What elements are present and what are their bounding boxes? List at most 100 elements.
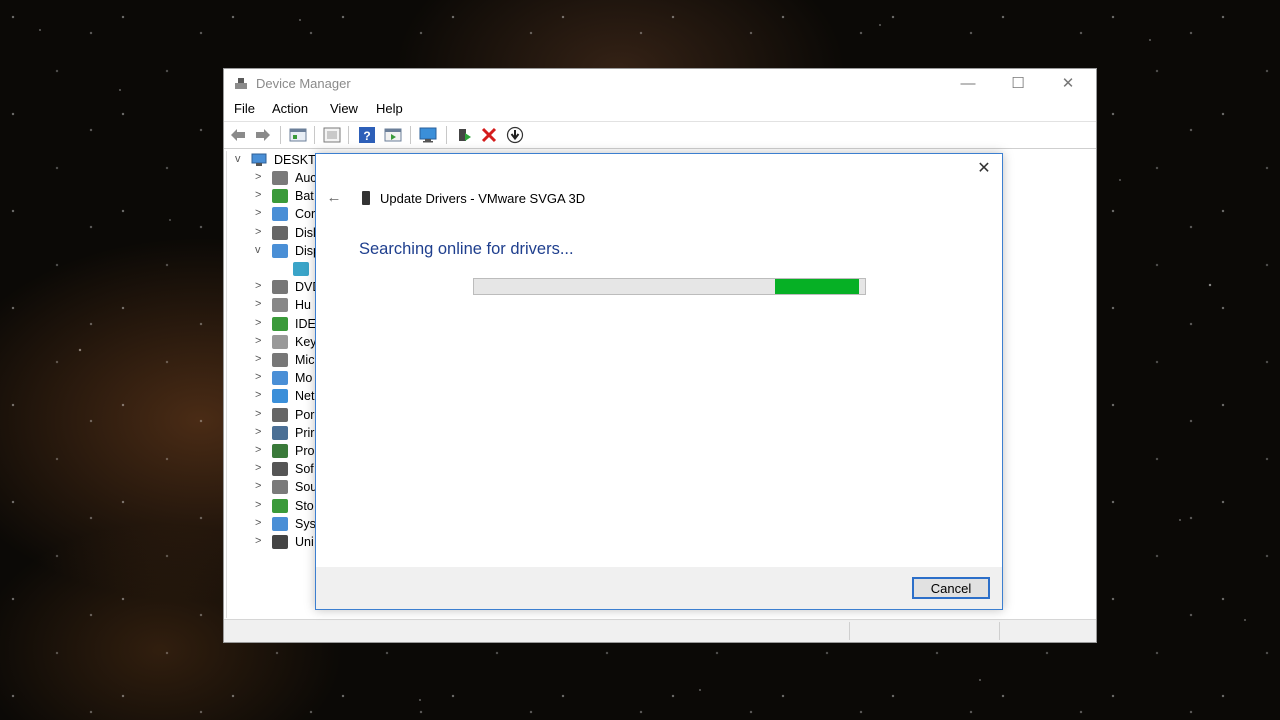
tree-item-label: Mic: [295, 353, 315, 367]
expand-chevron-icon[interactable]: >: [255, 317, 265, 329]
storage-icon: [272, 498, 288, 513]
menu-action[interactable]: Action: [272, 101, 308, 116]
tree-item[interactable]: v Disp: [227, 242, 319, 260]
tree-root-label: DESKTC: [274, 153, 319, 167]
status-divider: [999, 622, 1000, 640]
audio-icon: [272, 171, 288, 185]
tree-item[interactable]: > Bat: [227, 187, 319, 205]
tree-item-label: Disl: [295, 225, 316, 240]
tree-item[interactable]: > Uni: [227, 533, 319, 551]
expand-chevron-icon[interactable]: >: [255, 371, 265, 383]
expand-chevron-icon[interactable]: >: [255, 480, 265, 492]
tree-item[interactable]: > Prir: [227, 424, 319, 442]
cancel-button[interactable]: Cancel: [912, 577, 990, 599]
port-icon: [272, 407, 288, 422]
tree-item[interactable]: > Key: [227, 333, 319, 351]
tree-item-label: Pro: [295, 444, 315, 458]
expand-chevron-icon[interactable]: >: [255, 189, 265, 201]
dialog-close-button[interactable]: ✕: [972, 158, 996, 180]
collapse-chevron-icon[interactable]: v: [255, 244, 265, 256]
expand-chevron-icon[interactable]: >: [255, 462, 265, 474]
dialog-back-button[interactable]: ←: [324, 188, 344, 208]
minimize-button[interactable]: —: [945, 69, 991, 99]
tree-item[interactable]: > Sto: [227, 497, 319, 515]
toolbar-separator: [314, 126, 315, 144]
close-button[interactable]: ✕: [1045, 69, 1091, 99]
expand-chevron-icon[interactable]: >: [255, 171, 265, 183]
tree-item-label: Hu: [295, 298, 311, 313]
expand-chevron-icon[interactable]: >: [255, 207, 265, 219]
tree-item[interactable]: > Auc: [227, 169, 319, 187]
dialog-heading: Searching online for drivers...: [359, 240, 574, 258]
status-divider: [849, 622, 850, 640]
disk-icon: [272, 225, 288, 240]
uninstall-icon[interactable]: [480, 126, 498, 144]
toolbar: ?: [224, 121, 1096, 149]
dvd-icon: [272, 280, 288, 295]
tree-item-label: Sto: [295, 498, 314, 513]
tree-item[interactable]: > Mic: [227, 351, 319, 369]
sound-icon: [272, 480, 288, 495]
expand-chevron-icon[interactable]: >: [255, 335, 265, 347]
toolbar-separator: [348, 126, 349, 144]
expand-chevron-icon[interactable]: >: [255, 499, 265, 511]
collapse-chevron-icon[interactable]: v: [235, 153, 245, 165]
monitor-icon[interactable]: [419, 126, 437, 144]
expand-chevron-icon[interactable]: >: [255, 535, 265, 547]
expand-chevron-icon[interactable]: >: [255, 444, 265, 456]
tree-root[interactable]: v DESKTC: [227, 151, 319, 169]
expand-chevron-icon[interactable]: >: [255, 298, 265, 310]
tree-item[interactable]: > IDE: [227, 315, 319, 333]
tree-item[interactable]: > Por: [227, 406, 319, 424]
tree-item[interactable]: > Cor: [227, 205, 319, 223]
tree-item-label: Prir: [295, 425, 315, 440]
tree-item[interactable]: [227, 260, 319, 278]
tree-item[interactable]: > Sou: [227, 478, 319, 496]
properties-icon[interactable]: [289, 126, 307, 144]
back-arrow-icon[interactable]: [229, 126, 247, 144]
tree-item[interactable]: > Net: [227, 387, 319, 405]
expand-chevron-icon[interactable]: >: [255, 517, 265, 529]
expand-chevron-icon[interactable]: >: [255, 408, 265, 420]
update-driver-icon[interactable]: [455, 126, 473, 144]
network-icon: [272, 389, 288, 404]
help-icon[interactable]: ?: [358, 126, 376, 144]
window-title: Device Manager: [256, 76, 351, 91]
device-tree: v DESKTC >Auc>Bat>Cor>DislvDisp>DVD>Hu>I…: [226, 151, 319, 618]
tree-item-label: Cor: [295, 207, 316, 222]
display-adapter-icon: [293, 262, 309, 276]
expand-chevron-icon[interactable]: >: [255, 353, 265, 365]
tree-item[interactable]: > Sys: [227, 515, 319, 533]
expand-chevron-icon[interactable]: >: [255, 389, 265, 401]
tree-item[interactable]: > Hu: [227, 296, 319, 314]
menu-view[interactable]: View: [330, 101, 358, 116]
tree-item-label: Por: [295, 407, 315, 422]
toolbar-separator: [410, 126, 411, 144]
scan-download-icon[interactable]: [506, 126, 524, 144]
title-bar[interactable]: Device Manager — ☐ ✕: [224, 69, 1096, 99]
device-manager-icon: [235, 78, 247, 89]
tree-item[interactable]: > Mo: [227, 369, 319, 387]
progress-fill: [775, 279, 859, 294]
tree-item[interactable]: > Sof: [227, 460, 319, 478]
forward-arrow-icon[interactable]: [254, 126, 272, 144]
expand-chevron-icon[interactable]: >: [255, 226, 265, 238]
hid-icon: [272, 298, 288, 313]
tree-item[interactable]: > Pro: [227, 442, 319, 460]
expand-chevron-icon[interactable]: >: [255, 426, 265, 438]
menu-file[interactable]: File: [234, 101, 255, 116]
expand-chevron-icon[interactable]: >: [255, 280, 265, 292]
menu-help[interactable]: Help: [376, 101, 403, 116]
processor-icon: [272, 444, 288, 458]
ide-icon: [272, 316, 288, 331]
show-hidden-icon[interactable]: [323, 126, 341, 144]
maximize-button[interactable]: ☐: [995, 69, 1041, 99]
dialog-footer: Cancel: [316, 567, 1002, 609]
display-icon: [272, 243, 288, 258]
tree-item[interactable]: > DVD: [227, 278, 319, 296]
tree-item[interactable]: > Disl: [227, 224, 319, 242]
usb-icon: [272, 535, 288, 549]
run-icon[interactable]: [384, 126, 402, 144]
mouse-icon: [272, 353, 288, 367]
tree-item-label: Sof: [295, 462, 314, 477]
